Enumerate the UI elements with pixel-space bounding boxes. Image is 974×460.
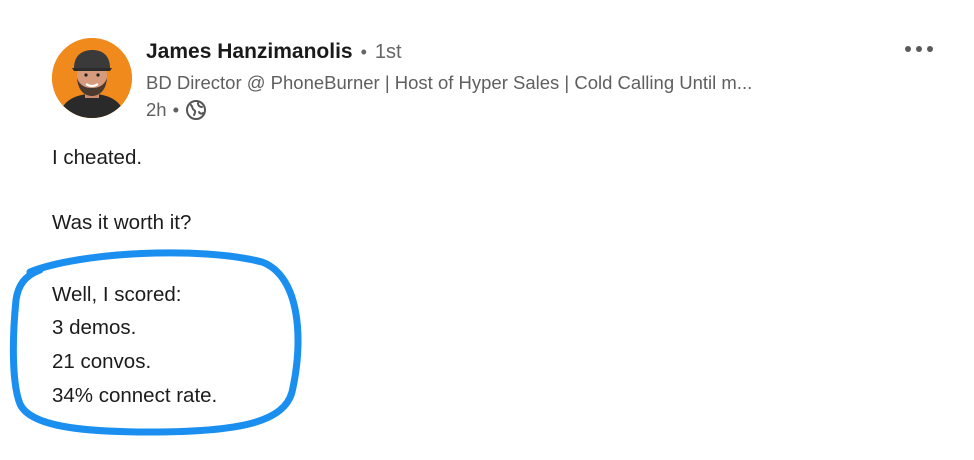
author-name-row: James Hanzimanolis • 1st [146, 40, 402, 64]
globe-icon [185, 99, 207, 121]
post-meta: 2h • [146, 99, 207, 121]
author-avatar[interactable] [52, 38, 132, 118]
post-line-4: 3 demos. [52, 316, 137, 339]
feed-post: James Hanzimanolis • 1st BD Director @ P… [0, 0, 974, 460]
more-options-button[interactable] [896, 36, 942, 62]
post-line-6: 34% connect rate. [52, 384, 218, 407]
name-separator: • [360, 42, 367, 62]
post-time: 2h [146, 99, 167, 120]
author-headline: BD Director @ PhoneBurner | Host of Hype… [146, 72, 753, 93]
avatar-photo [52, 38, 132, 118]
post-line-3: Well, I scored: [52, 283, 182, 306]
post-line-2: Was it worth it? [52, 211, 192, 234]
meta-separator: • [172, 99, 180, 120]
author-name[interactable]: James Hanzimanolis [146, 40, 353, 64]
post-line-1: I cheated. [52, 146, 143, 169]
more-dot [916, 46, 922, 52]
more-dot [927, 46, 933, 52]
more-dot [905, 46, 911, 52]
post-line-5: 21 convos. [52, 350, 152, 373]
connection-degree: 1st [374, 41, 402, 63]
